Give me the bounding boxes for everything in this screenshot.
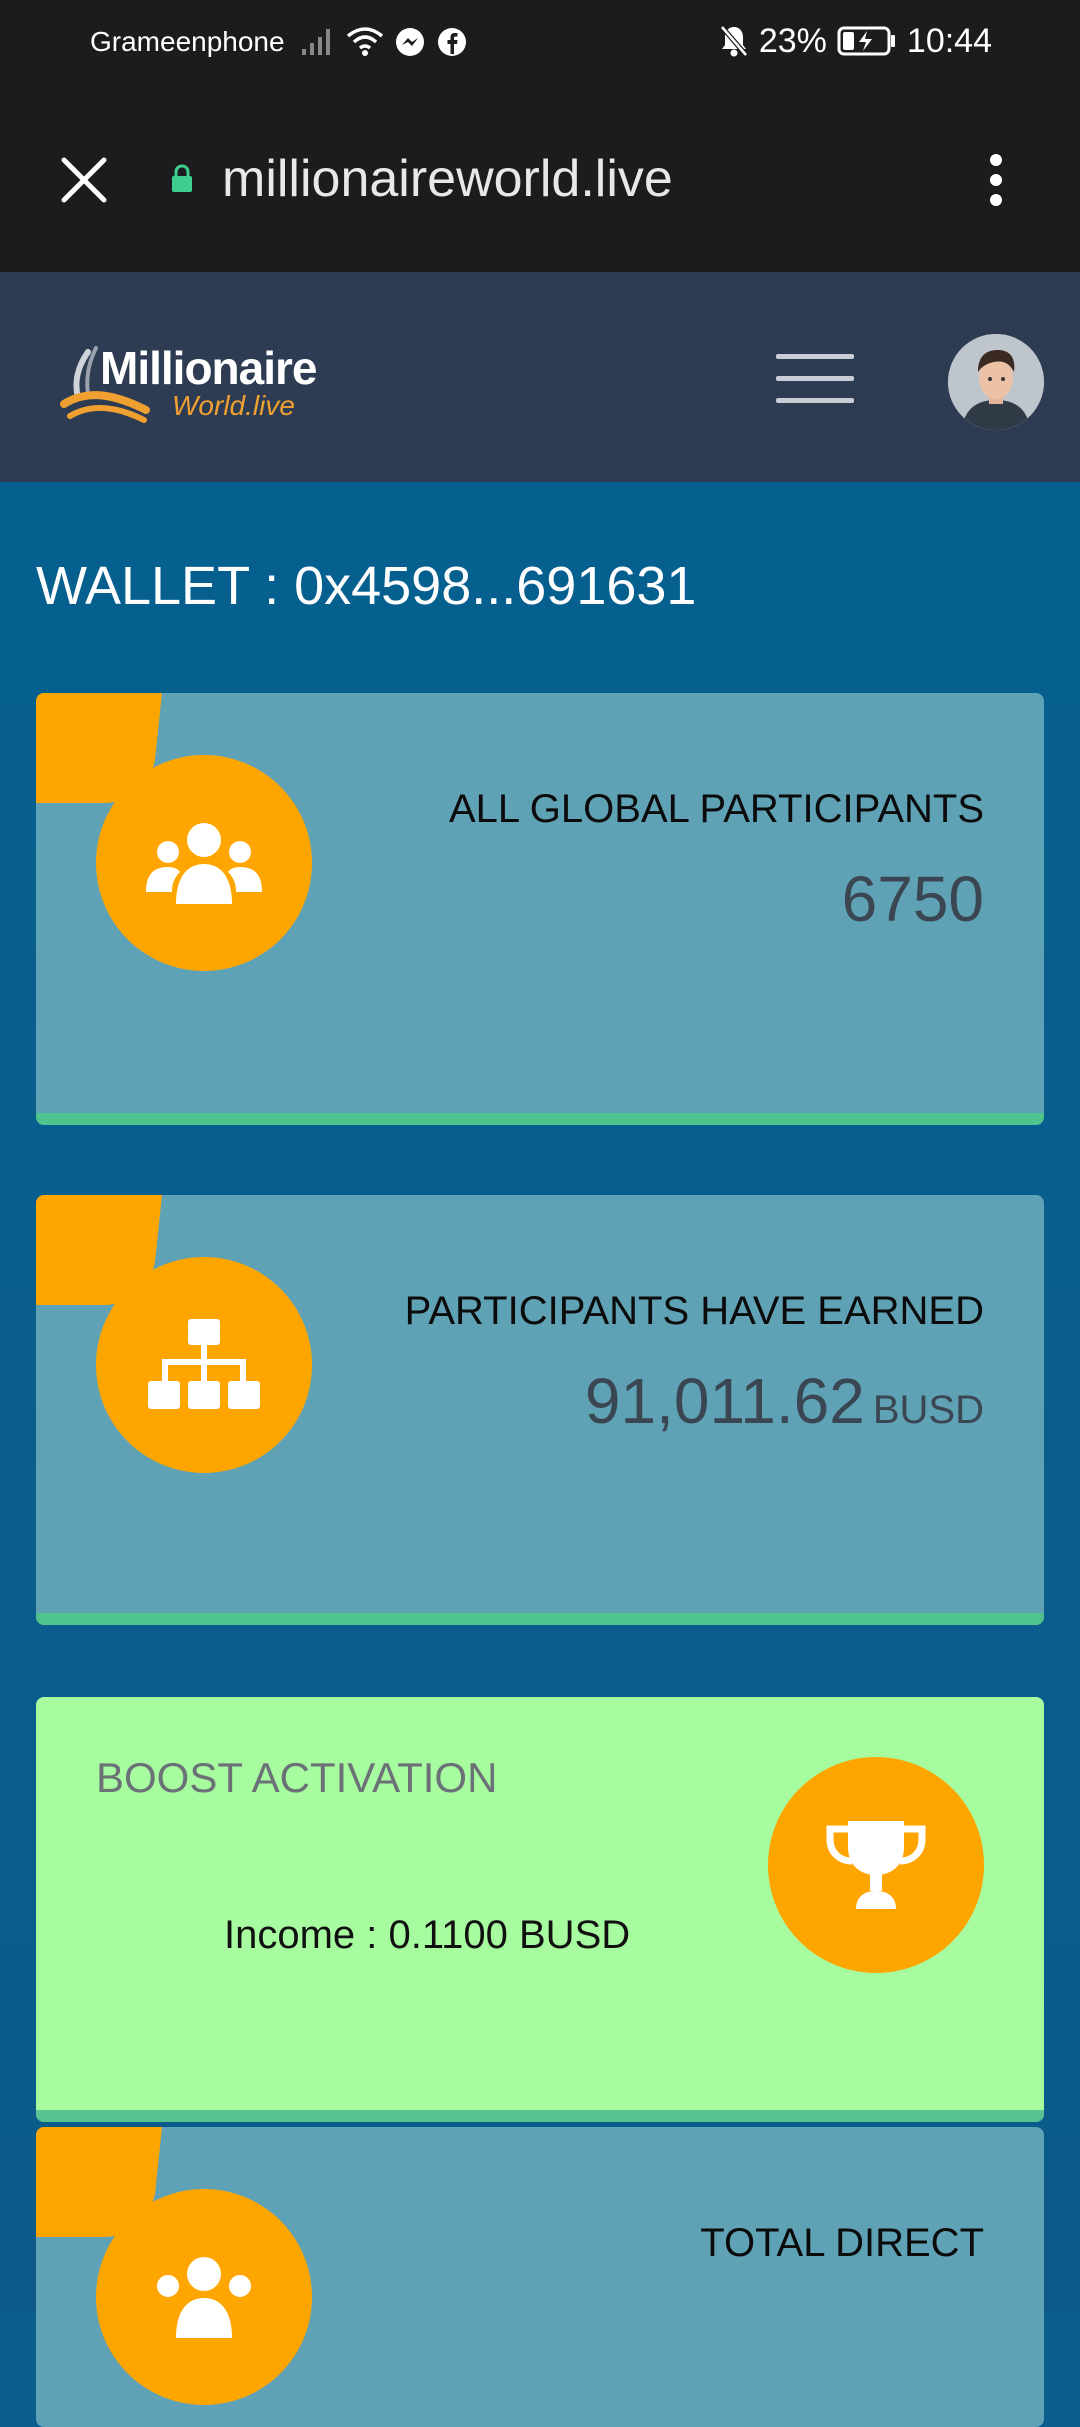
card-title: ALL GLOBAL PARTICIPANTS xyxy=(449,787,984,831)
card-value-row: 91,011.62 BUSD xyxy=(585,1365,984,1446)
card-title: PARTICIPANTS HAVE EARNED xyxy=(404,1289,984,1333)
users-group-icon xyxy=(157,2257,251,2338)
signal-icon xyxy=(302,29,330,55)
main-content: WALLET : 0x4598...691631 ALL GLOBAL PART… xyxy=(0,482,1080,2427)
card-participants-earned: PARTICIPANTS HAVE EARNED 91,011.62 BUSD xyxy=(36,1195,1044,1625)
card-bottom-bar xyxy=(36,1613,1044,1625)
messenger-icon xyxy=(396,28,424,56)
logo-title: Millionaire xyxy=(100,342,317,394)
card-value: 6750 xyxy=(841,863,984,935)
card-total-direct: TOTAL DIRECT xyxy=(36,2127,1044,2427)
avatar[interactable] xyxy=(948,334,1044,430)
carrier-name: Grameenphone xyxy=(90,26,285,57)
status-left-icons xyxy=(300,22,468,62)
clock: 10:44 xyxy=(906,21,992,60)
card-title: BOOST ACTIVATION xyxy=(96,1754,498,1801)
card-value: 91,011.62 xyxy=(584,1365,865,1437)
wifi-icon xyxy=(346,27,384,56)
facebook-icon xyxy=(438,28,466,56)
card-icon-circle xyxy=(96,1257,312,1473)
boost-income: Income : 0.1100 BUSD xyxy=(224,1913,631,1957)
card-bottom-bar xyxy=(36,2110,1044,2122)
notifications-off-icon xyxy=(719,25,748,57)
status-bar: Grameenphone 23% 10:44 xyxy=(0,0,1080,82)
users-group-icon xyxy=(146,823,262,904)
hamburger-menu-icon[interactable] xyxy=(776,354,854,404)
user-avatar-icon xyxy=(948,334,1044,430)
network-tree-icon xyxy=(148,1319,260,1409)
url-display[interactable]: millionaireworld.live xyxy=(222,148,673,210)
browser-toolbar: millionaireworld.live xyxy=(0,82,1080,272)
card-boost-activation: BOOST ACTIVATION Income : 0.1100 BUSD xyxy=(36,1697,1044,2122)
card-title: TOTAL DIRECT xyxy=(700,2221,984,2265)
close-icon[interactable] xyxy=(56,152,112,208)
more-options-icon[interactable] xyxy=(978,150,1014,210)
card-icon-circle xyxy=(96,755,312,971)
card-unit: BUSD xyxy=(872,1388,984,1432)
site-logo[interactable]: Millionaire World.live xyxy=(60,342,360,423)
logo-subtitle: World.live xyxy=(172,390,295,421)
wallet-address: WALLET : 0x4598...691631 xyxy=(36,556,697,616)
card-icon-circle xyxy=(96,2189,312,2405)
card-icon-circle xyxy=(768,1757,984,1973)
lock-icon xyxy=(172,164,192,192)
status-right: 23% 10:44 xyxy=(719,18,992,64)
site-header: Millionaire World.live xyxy=(0,272,1080,482)
trophy-icon xyxy=(826,1821,926,1909)
battery-charging-icon xyxy=(837,26,895,56)
battery-percent: 23% xyxy=(758,21,827,60)
card-global-participants: ALL GLOBAL PARTICIPANTS 6750 xyxy=(36,693,1044,1125)
card-bottom-bar xyxy=(36,1113,1044,1125)
